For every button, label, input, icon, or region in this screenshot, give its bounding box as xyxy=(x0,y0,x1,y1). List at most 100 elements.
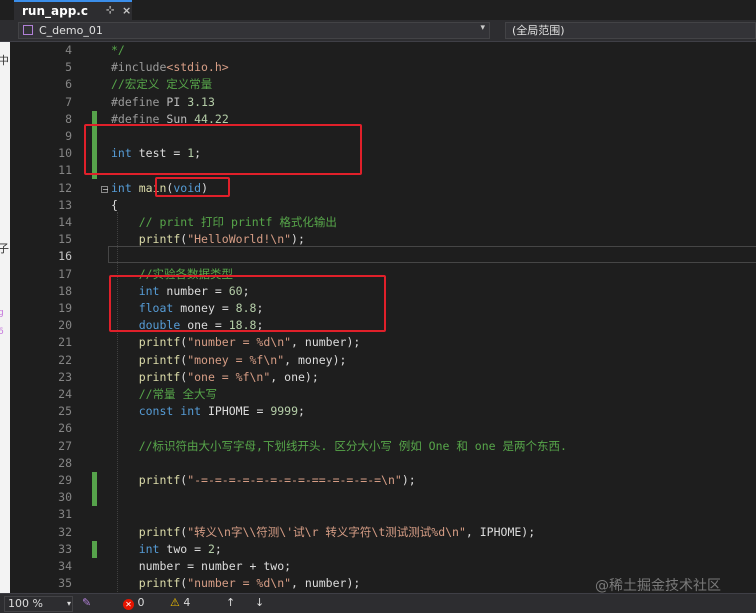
code-text: printf("number = %d\n", number); xyxy=(138,335,361,350)
annotation-box xyxy=(84,124,362,175)
code-line[interactable]: 25 const int IPHOME = 9999; xyxy=(10,403,756,420)
line-number: 28 xyxy=(58,455,72,470)
code-line[interactable]: 33 int two = 2; xyxy=(10,540,756,558)
line-number: 10 xyxy=(58,146,72,161)
line-number: 12 xyxy=(58,180,72,195)
code-text: //常量 全大写 xyxy=(138,387,217,401)
error-count-button[interactable]: ✕ 0 xyxy=(123,596,145,610)
code-text: { xyxy=(111,197,118,212)
line-number: 24 xyxy=(58,387,72,401)
code-line[interactable]: 34 number = number + two; xyxy=(10,558,756,575)
line-number: 11 xyxy=(58,163,72,178)
code-line[interactable]: 28 xyxy=(10,455,756,472)
annotation-box xyxy=(155,177,230,197)
line-number: 5 xyxy=(65,60,72,75)
side-panel-text: 中 xyxy=(0,54,9,67)
code-line[interactable]: 32 printf("转义\n字\\符测\'试\r 转义字符\t测试测试%d\n… xyxy=(10,524,756,541)
tab-run-app[interactable]: run_app.c ⊹ × xyxy=(14,0,132,20)
code-text: printf("number = %d\n", number); xyxy=(138,576,361,591)
global-scope-dropdown[interactable]: (全局范围) xyxy=(505,22,756,39)
zoom-level: 100 % xyxy=(8,597,43,610)
code-text: printf("-=-=-=-=-=-=-=-=-==-=-=-=-=\n"); xyxy=(138,473,416,487)
tab-bar: run_app.c ⊹ × xyxy=(0,0,756,20)
side-panel-text: g xyxy=(0,308,4,318)
code-line[interactable]: 4 */ xyxy=(10,42,756,59)
code-line[interactable]: 14 // print 打印 printf 格式化输出 xyxy=(10,214,756,231)
code-line[interactable]: 13 { xyxy=(10,197,756,214)
status-bar: 100 % ▾ ✎ ✕ 0 ⚠ 4 ↑ ↓ xyxy=(0,593,756,613)
warning-count-button[interactable]: ⚠ 4 xyxy=(170,596,190,609)
line-number: 15 xyxy=(58,232,72,247)
line-number: 29 xyxy=(58,473,72,487)
code-line[interactable]: 22 printf("money = %f\n", money); xyxy=(10,352,756,369)
code-text: int two = 2; xyxy=(138,541,222,556)
line-number: 34 xyxy=(58,559,72,573)
next-issue-button[interactable]: ↓ xyxy=(255,596,264,609)
code-line[interactable]: 7 #define PI 3.13 xyxy=(10,94,756,111)
code-line[interactable]: 12 int main(void) xyxy=(10,180,756,197)
annotation-box xyxy=(109,275,386,332)
code-line[interactable]: 16 xyxy=(10,248,756,265)
code-text: #define PI 3.13 xyxy=(111,94,215,109)
change-marker xyxy=(92,472,97,489)
line-number: 35 xyxy=(58,576,72,591)
line-number: 14 xyxy=(58,215,72,229)
line-number: 22 xyxy=(58,352,72,367)
line-number: 31 xyxy=(58,507,72,522)
line-number: 17 xyxy=(58,266,72,281)
pin-icon[interactable]: ⊹ xyxy=(106,5,114,16)
project-icon xyxy=(23,25,33,35)
warning-count: 4 xyxy=(183,596,191,609)
code-text: printf("money = %f\n", money); xyxy=(138,352,347,367)
side-panel-text: 6 xyxy=(0,327,4,337)
line-number: 19 xyxy=(58,301,72,315)
close-icon[interactable]: × xyxy=(122,4,131,17)
side-panel-edge: 中 子 g 6 xyxy=(0,42,10,593)
line-number: 21 xyxy=(58,335,72,350)
code-line[interactable]: 6 //宏定义 定义常量 xyxy=(10,76,756,93)
line-number: 20 xyxy=(58,318,72,333)
code-line[interactable]: 21 printf("number = %d\n", number); xyxy=(10,334,756,351)
error-count: 0 xyxy=(137,596,145,609)
intellicode-icon[interactable]: ✎ xyxy=(82,596,91,609)
navigation-bar: C_demo_01 ▾ (全局范围) xyxy=(0,20,756,42)
line-number: 18 xyxy=(58,283,72,298)
tab-title: run_app.c xyxy=(22,4,88,18)
code-text: printf("one = %f\n", one); xyxy=(138,369,319,384)
line-number: 23 xyxy=(58,369,72,384)
code-line[interactable]: 29 printf("-=-=-=-=-=-=-=-=-==-=-=-=-=\n… xyxy=(10,472,756,489)
code-line[interactable]: 5 #include<stdio.h> xyxy=(10,59,756,76)
line-number: 6 xyxy=(65,77,72,92)
code-line[interactable]: 30 xyxy=(10,489,756,507)
line-number: 7 xyxy=(65,94,72,109)
line-number: 25 xyxy=(58,404,72,419)
side-panel-text: 子 xyxy=(0,242,9,255)
line-number: 26 xyxy=(58,421,72,436)
line-number: 33 xyxy=(58,541,72,556)
code-text: //标识符由大小写字母,下划线开头. 区分大小写 例如 One 和 one 是两… xyxy=(138,438,567,453)
code-text: const int IPHOME = 9999; xyxy=(138,404,305,419)
code-line[interactable]: 23 printf("one = %f\n", one); xyxy=(10,369,756,386)
code-text: // print 打印 printf 格式化输出 xyxy=(138,215,337,229)
code-text: printf("转义\n字\\符测\'试\r 转义字符\t测试测试%d\n", … xyxy=(138,524,536,539)
code-line[interactable]: 27 //标识符由大小写字母,下划线开头. 区分大小写 例如 One 和 one… xyxy=(10,438,756,455)
chevron-down-icon: ▾ xyxy=(67,599,72,608)
line-number: 13 xyxy=(58,197,72,212)
line-number: 30 xyxy=(58,490,72,505)
error-icon: ✕ xyxy=(123,599,134,610)
code-text: */ xyxy=(111,43,125,57)
code-text: //宏定义 定义常量 xyxy=(111,77,213,92)
change-marker xyxy=(92,489,97,507)
project-scope-dropdown[interactable]: C_demo_01 ▾ xyxy=(18,22,490,39)
change-marker xyxy=(92,540,97,558)
line-number: 16 xyxy=(58,249,72,264)
code-line[interactable]: 15 printf("HelloWorld!\n"); xyxy=(10,231,756,248)
code-line[interactable]: 26 xyxy=(10,420,756,437)
code-text: printf("HelloWorld!\n"); xyxy=(138,232,305,247)
line-number: 8 xyxy=(65,111,72,126)
code-line[interactable]: 24 //常量 全大写 xyxy=(10,386,756,403)
code-text: #include<stdio.h> xyxy=(111,60,229,75)
previous-issue-button[interactable]: ↑ xyxy=(226,596,235,609)
zoom-selector[interactable]: 100 % ▾ xyxy=(4,596,73,612)
code-line[interactable]: 31 xyxy=(10,506,756,523)
